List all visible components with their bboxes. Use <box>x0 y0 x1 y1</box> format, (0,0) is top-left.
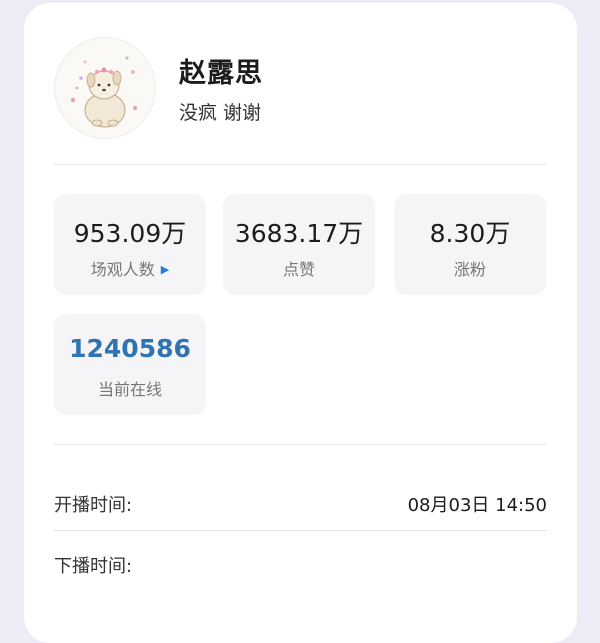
stat-followers-label: 涨粉 <box>453 260 486 279</box>
stat-online-tile: 1240586 当前在线 <box>54 314 206 415</box>
stat-viewers-value: 953.09万 <box>73 219 187 248</box>
stat-followers-tile: 8.30万 涨粉 <box>394 194 546 295</box>
divider <box>54 530 547 531</box>
stat-online-label: 当前在线 <box>97 380 162 399</box>
stat-likes-label: 点赞 <box>282 260 315 279</box>
stat-online-value: 1240586 <box>69 334 191 363</box>
start-time-label: 开播时间: <box>54 495 133 516</box>
stat-likes-value: 3683.17万 <box>234 219 364 248</box>
stat-viewers-label: 场观人数 <box>90 260 155 279</box>
divider <box>54 444 547 445</box>
avatar[interactable] <box>54 37 156 139</box>
puppy-avatar-icon <box>70 56 137 128</box>
stat-viewers-label-row: 场观人数 ▶ <box>54 256 206 280</box>
stat-viewers-tile[interactable]: 953.09万 场观人数 ▶ <box>54 194 206 295</box>
end-time-label: 下播时间: <box>54 556 133 577</box>
profile-name: 赵露思 <box>179 58 263 89</box>
divider <box>54 164 547 165</box>
profile-bio: 没疯 谢谢 <box>179 102 262 124</box>
live-stats-card: 赵露思 没疯 谢谢 953.09万 场观人数 ▶ 3683.17万 点赞 8.30… <box>24 3 577 643</box>
play-triangle-icon[interactable]: ▶ <box>161 263 169 276</box>
stat-followers-value: 8.30万 <box>429 219 511 248</box>
stat-likes-tile: 3683.17万 点赞 <box>223 194 375 295</box>
start-time-value: 08月03日 14:50 <box>407 495 547 516</box>
